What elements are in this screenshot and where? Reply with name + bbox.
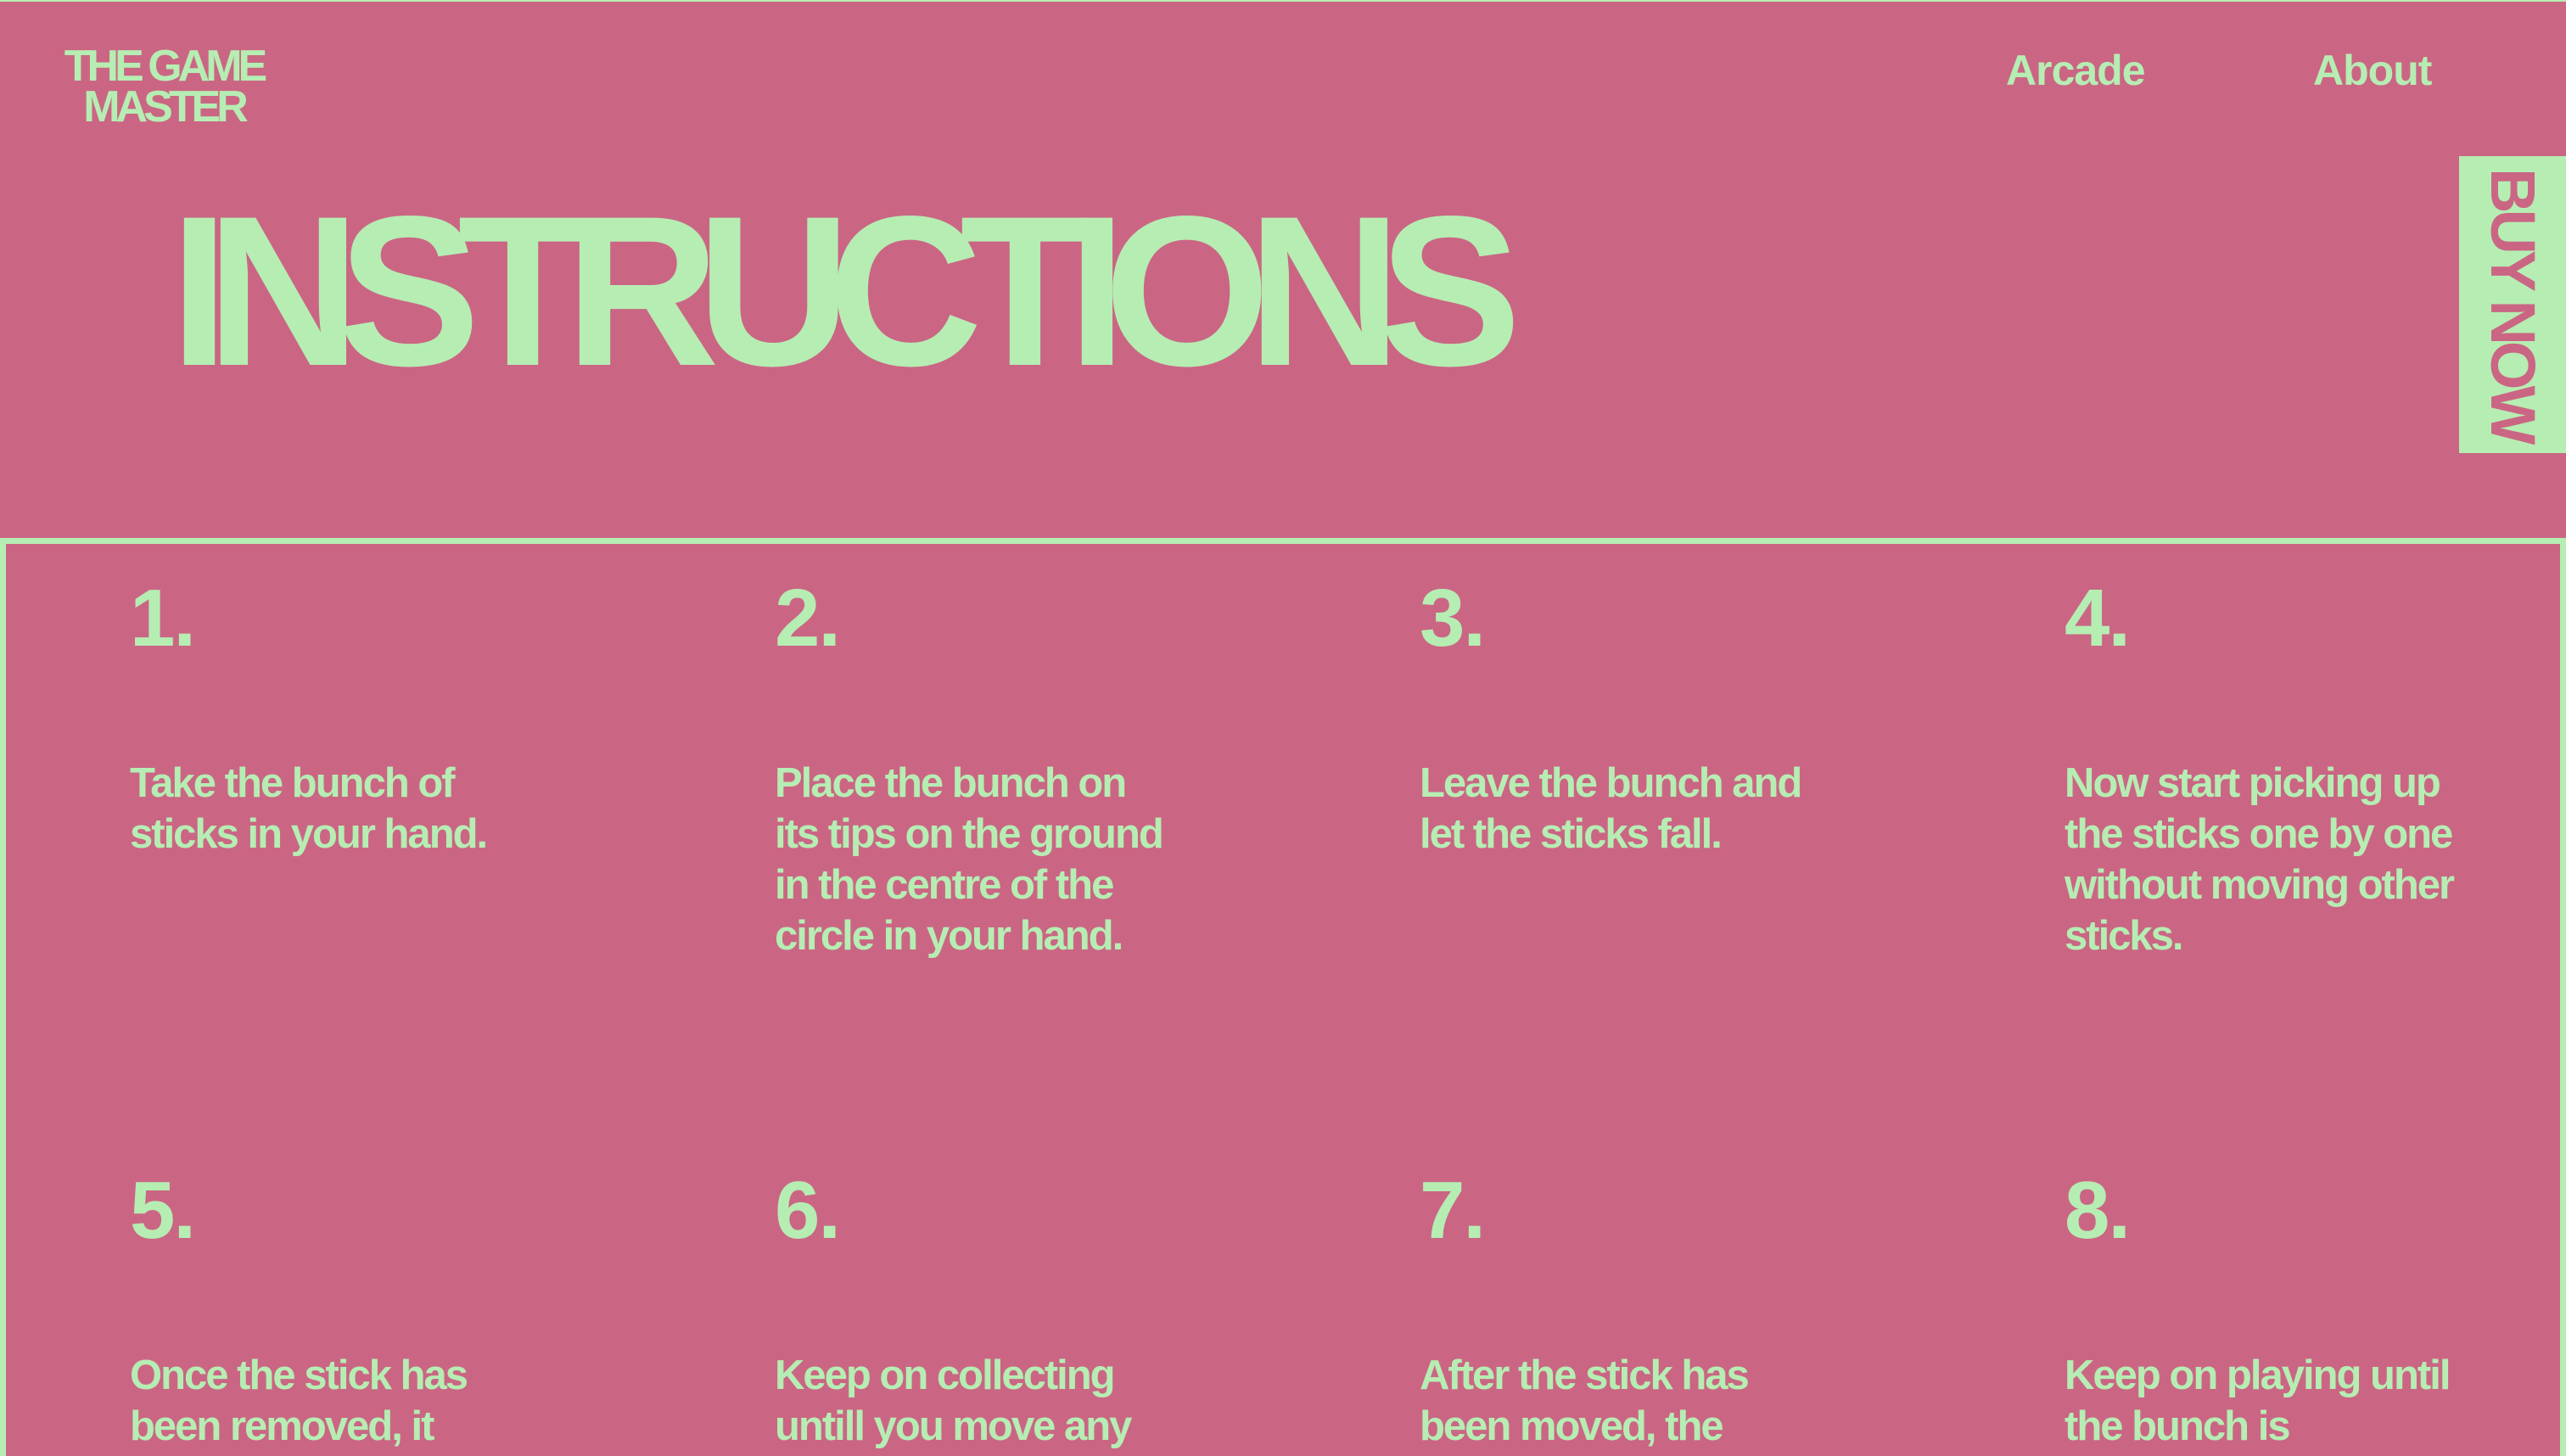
main-nav: Arcade About xyxy=(0,46,2566,97)
step-text: Place the bunch on its tips on the groun… xyxy=(775,760,1164,959)
step-text: Now start picking up the sticks one by o… xyxy=(2065,760,2455,959)
buy-now-button[interactable]: BUY NOW xyxy=(2459,156,2566,453)
step-text: Take the bunch of sticks in your hand. xyxy=(130,760,488,857)
step-8: 8. Keep on playing until the bunch is xyxy=(2065,1170,2463,1452)
buy-now-label: BUY NOW xyxy=(2478,168,2548,441)
step-text: Keep on playing until the bunch is xyxy=(2065,1352,2451,1449)
step-number: 6. xyxy=(775,1165,841,1256)
step-2: 2. Place the bunch on its tips on the gr… xyxy=(775,578,1174,961)
step-text: Once the stick has been removed, it xyxy=(130,1352,468,1449)
step-1: 1. Take the bunch of sticks in your hand… xyxy=(130,578,529,860)
step-text: Keep on collecting untill you move any xyxy=(775,1352,1132,1449)
step-4: 4. Now start picking up the sticks one b… xyxy=(2065,578,2463,961)
nav-link-about[interactable]: About xyxy=(2313,46,2432,95)
step-number: 5. xyxy=(130,1165,196,1256)
step-number: 1. xyxy=(130,573,196,664)
step-number: 4. xyxy=(2065,573,2131,664)
page: THE GAME MASTER Arcade About BUY NOW INS… xyxy=(0,0,2566,1456)
step-text: Leave the bunch and let the sticks fall. xyxy=(1420,760,1802,857)
step-number: 7. xyxy=(1420,1165,1486,1256)
step-number: 8. xyxy=(2065,1165,2131,1256)
step-5: 5. Once the stick has been removed, it xyxy=(130,1170,529,1452)
step-number: 2. xyxy=(775,573,841,664)
instructions-steps-panel: 1. Take the bunch of sticks in your hand… xyxy=(0,538,2566,1456)
step-7: 7. After the stick has been moved, the xyxy=(1420,1170,1818,1452)
step-number: 3. xyxy=(1420,573,1486,664)
step-3: 3. Leave the bunch and let the sticks fa… xyxy=(1420,578,1818,860)
step-text: After the stick has been moved, the xyxy=(1420,1352,1750,1449)
step-6: 6. Keep on collecting untill you move an… xyxy=(775,1170,1174,1452)
nav-link-arcade[interactable]: Arcade xyxy=(2006,46,2146,95)
page-title: INSTRUCTIONS xyxy=(170,172,1521,411)
